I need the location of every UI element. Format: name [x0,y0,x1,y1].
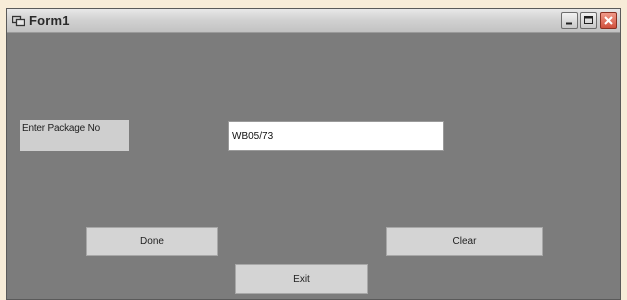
form1-window: Form1 Enter Package No Done Clear Exit [6,8,621,300]
close-icon [604,16,613,25]
minimize-icon [566,22,572,25]
title-bar[interactable]: Form1 [7,9,620,33]
package-number-input[interactable] [228,121,444,151]
app-icon [11,14,26,27]
clear-button[interactable]: Clear [386,227,543,256]
package-number-label: Enter Package No [20,120,129,151]
done-button[interactable]: Done [86,227,218,256]
exit-button[interactable]: Exit [235,264,368,294]
minimize-button[interactable] [561,12,578,29]
window-title: Form1 [29,13,70,28]
maximize-icon [584,16,593,24]
close-button[interactable] [600,12,617,29]
maximize-button[interactable] [580,12,597,29]
